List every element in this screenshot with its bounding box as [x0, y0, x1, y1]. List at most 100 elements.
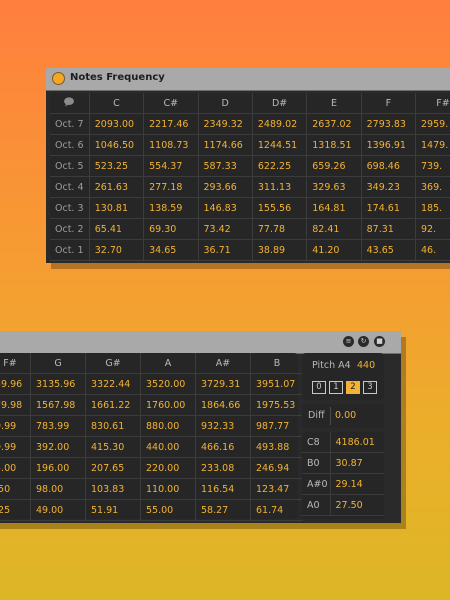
frequency-cell[interactable]: 196.00: [30, 457, 86, 479]
speech-bubble-icon[interactable]: [50, 93, 90, 114]
frequency-cell[interactable]: 174.61: [360, 197, 416, 219]
frequency-cell[interactable]: 2489.02: [251, 113, 307, 135]
frequency-cell[interactable]: 830.61: [85, 415, 141, 437]
frequency-cell[interactable]: 1174.66: [197, 134, 253, 156]
frequency-cell[interactable]: 1479.: [415, 134, 450, 156]
frequency-cell[interactable]: 3322.44: [85, 373, 141, 395]
frequency-cell[interactable]: 739.: [415, 155, 450, 177]
frequency-cell[interactable]: 82.41: [306, 218, 362, 240]
frequency-cell[interactable]: 3951.07: [250, 373, 303, 395]
frequency-cell[interactable]: 49.00: [30, 499, 86, 521]
frequency-cell[interactable]: 73.42: [197, 218, 253, 240]
device-title-bar[interactable]: ≡ ↻ ■: [0, 331, 401, 354]
frequency-cell[interactable]: 77.78: [251, 218, 307, 240]
frequency-cell[interactable]: 1567.98: [30, 394, 86, 416]
frequency-cell[interactable]: 87.31: [360, 218, 416, 240]
frequency-cell[interactable]: 1760.00: [140, 394, 196, 416]
frequency-cell[interactable]: 277.18: [143, 176, 199, 198]
save-icon[interactable]: ■: [374, 336, 385, 347]
frequency-cell[interactable]: 261.63: [88, 176, 144, 198]
frequency-cell[interactable]: 1318.51: [306, 134, 362, 156]
title-bar[interactable]: Notes Frequency: [46, 68, 450, 91]
reload-icon[interactable]: ↻: [358, 336, 369, 347]
frequency-cell[interactable]: 103.83: [85, 478, 141, 500]
frequency-cell[interactable]: 987.77: [250, 415, 303, 437]
frequency-cell[interactable]: 1046.50: [88, 134, 144, 156]
frequency-cell[interactable]: 138.59: [143, 197, 199, 219]
window-dot-icon[interactable]: [52, 72, 65, 85]
frequency-cell[interactable]: 1396.91: [360, 134, 416, 156]
frequency-cell[interactable]: 2959.: [415, 113, 450, 135]
frequency-cell[interactable]: 1244.51: [251, 134, 307, 156]
frequency-cell[interactable]: 554.37: [143, 155, 199, 177]
octave-button-0[interactable]: 0: [312, 381, 326, 394]
frequency-cell[interactable]: 880.00: [140, 415, 196, 437]
frequency-cell[interactable]: 311.13: [251, 176, 307, 198]
frequency-cell[interactable]: 415.30: [85, 436, 141, 458]
frequency-cell[interactable]: 2637.02: [306, 113, 362, 135]
octave-button-3[interactable]: 3: [363, 381, 377, 394]
frequency-cell[interactable]: 3135.96: [30, 373, 86, 395]
frequency-cell[interactable]: .25: [0, 499, 31, 521]
frequency-cell[interactable]: 2093.00: [88, 113, 144, 135]
frequency-cell[interactable]: 9.99: [0, 415, 31, 437]
frequency-cell[interactable]: 932.33: [195, 415, 251, 437]
frequency-cell[interactable]: 9.99: [0, 436, 31, 458]
frequency-cell[interactable]: 155.56: [251, 197, 307, 219]
frequency-cell[interactable]: 369.: [415, 176, 450, 198]
frequency-cell[interactable]: 3520.00: [140, 373, 196, 395]
frequency-cell[interactable]: 207.65: [85, 457, 141, 479]
frequency-cell[interactable]: 32.70: [88, 239, 144, 261]
frequency-cell[interactable]: 1975.53: [250, 394, 303, 416]
octave-button-1[interactable]: 1: [329, 381, 343, 394]
frequency-cell[interactable]: .50: [0, 478, 31, 500]
frequency-cell[interactable]: 659.26: [306, 155, 362, 177]
frequency-cell[interactable]: 36.71: [197, 239, 253, 261]
octave-button-2[interactable]: 2: [346, 381, 360, 394]
frequency-cell[interactable]: 5.00: [0, 457, 31, 479]
frequency-cell[interactable]: 2217.46: [143, 113, 199, 135]
frequency-cell[interactable]: 493.88: [250, 436, 303, 458]
frequency-cell[interactable]: 55.00: [140, 499, 196, 521]
frequency-cell[interactable]: 1864.66: [195, 394, 251, 416]
frequency-cell[interactable]: 2793.83: [360, 113, 416, 135]
frequency-cell[interactable]: 349.23: [360, 176, 416, 198]
frequency-cell[interactable]: 59.96: [0, 373, 31, 395]
fold-icon[interactable]: ≡: [343, 336, 354, 347]
frequency-cell[interactable]: 98.00: [30, 478, 86, 500]
frequency-cell[interactable]: 246.94: [250, 457, 303, 479]
frequency-cell[interactable]: 2349.32: [197, 113, 253, 135]
frequency-cell[interactable]: 123.47: [250, 478, 303, 500]
frequency-cell[interactable]: 233.08: [195, 457, 251, 479]
frequency-cell[interactable]: 185.: [415, 197, 450, 219]
frequency-cell[interactable]: 440.00: [140, 436, 196, 458]
frequency-cell[interactable]: 3729.31: [195, 373, 251, 395]
frequency-cell[interactable]: 146.83: [197, 197, 253, 219]
frequency-cell[interactable]: 130.81: [88, 197, 144, 219]
pitch-value[interactable]: 440: [357, 360, 375, 371]
frequency-cell[interactable]: 58.27: [195, 499, 251, 521]
frequency-cell[interactable]: 293.66: [197, 176, 253, 198]
frequency-cell[interactable]: 46.: [415, 239, 450, 261]
frequency-cell[interactable]: 587.33: [197, 155, 253, 177]
frequency-cell[interactable]: 116.54: [195, 478, 251, 500]
frequency-cell[interactable]: 329.63: [306, 176, 362, 198]
frequency-cell[interactable]: 110.00: [140, 478, 196, 500]
frequency-cell[interactable]: 523.25: [88, 155, 144, 177]
frequency-cell[interactable]: 51.91: [85, 499, 141, 521]
frequency-cell[interactable]: 1661.22: [85, 394, 141, 416]
frequency-cell[interactable]: 34.65: [143, 239, 199, 261]
frequency-cell[interactable]: 164.81: [306, 197, 362, 219]
frequency-cell[interactable]: 220.00: [140, 457, 196, 479]
frequency-cell[interactable]: 783.99: [30, 415, 86, 437]
frequency-cell[interactable]: 1108.73: [143, 134, 199, 156]
frequency-cell[interactable]: 65.41: [88, 218, 144, 240]
frequency-cell[interactable]: 38.89: [251, 239, 307, 261]
frequency-cell[interactable]: 622.25: [251, 155, 307, 177]
frequency-cell[interactable]: 466.16: [195, 436, 251, 458]
frequency-cell[interactable]: 92.: [415, 218, 450, 240]
frequency-cell[interactable]: 41.20: [306, 239, 362, 261]
frequency-cell[interactable]: 69.30: [143, 218, 199, 240]
frequency-cell[interactable]: 43.65: [360, 239, 416, 261]
frequency-cell[interactable]: 61.74: [250, 499, 303, 521]
